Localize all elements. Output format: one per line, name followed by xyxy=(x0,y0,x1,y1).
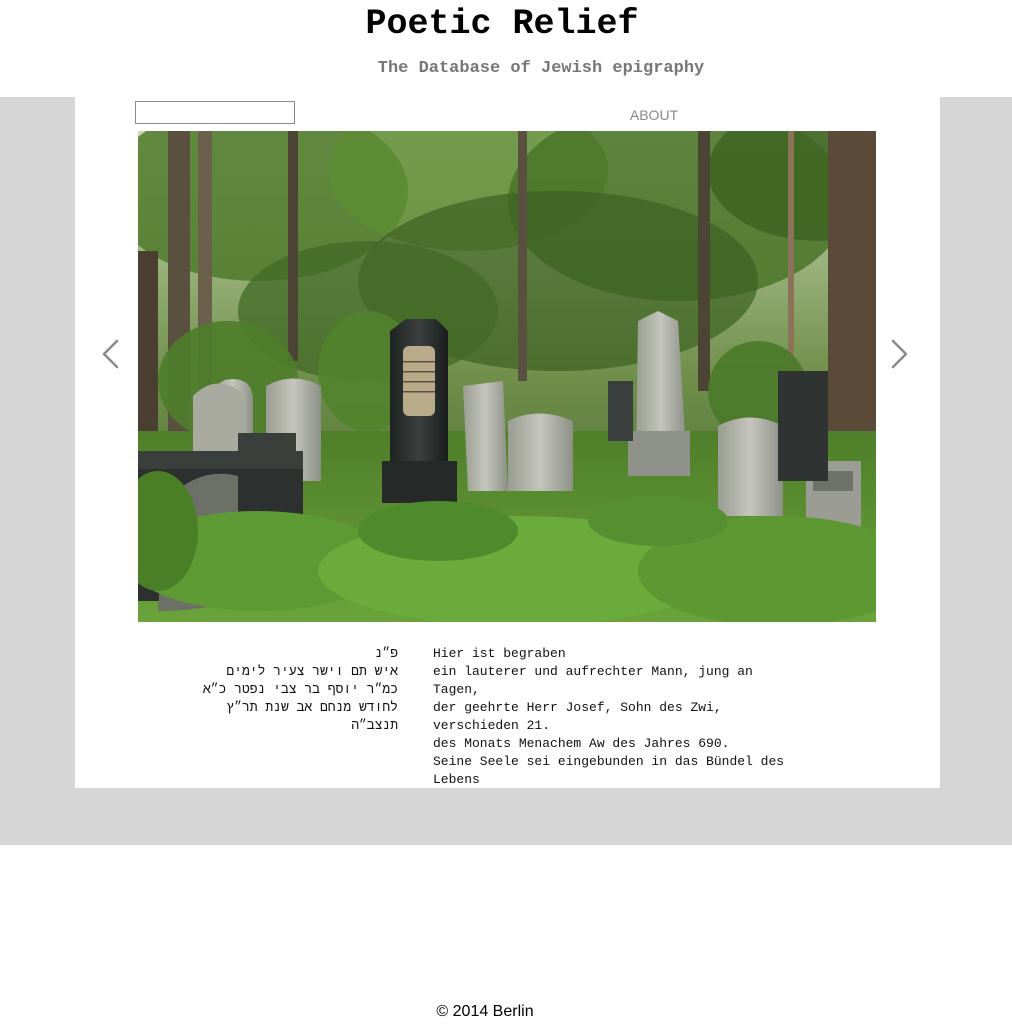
search-input[interactable] xyxy=(135,101,295,124)
chevron-left-icon xyxy=(102,339,119,369)
site-title: Poetic Relief xyxy=(365,4,639,44)
site-subtitle: The Database of Jewish epigraphy xyxy=(377,59,705,78)
inscription-german: Hier ist begraben ein lauterer und aufre… xyxy=(433,646,785,787)
inscription-hebrew: פ״נ איש תם וישר צעיר לימים כמ״ר יוסף בר … xyxy=(202,646,398,733)
nav-about-link[interactable]: ABOUT xyxy=(620,106,688,124)
footer-copyright: © 2014 Berlin xyxy=(436,1003,534,1020)
chevron-right-icon xyxy=(891,339,908,369)
carousel-prev-button[interactable] xyxy=(96,336,126,372)
cemetery-photo xyxy=(138,131,876,622)
carousel-next-button[interactable] xyxy=(884,336,914,372)
